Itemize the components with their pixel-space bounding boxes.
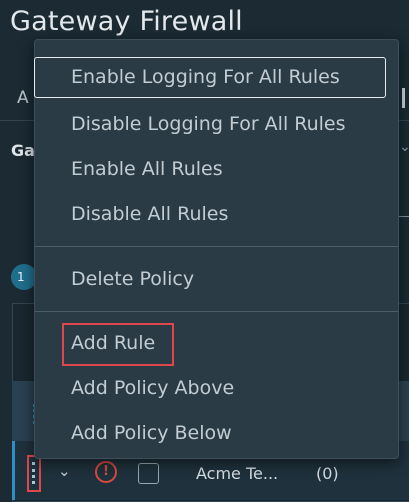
page-title: Gateway Firewall	[10, 6, 243, 37]
error-circle-icon: !	[95, 461, 117, 483]
policy-name[interactable]: Acme Te...	[196, 464, 286, 483]
drag-handle-icon[interactable]	[27, 455, 41, 492]
menu-item-add-rule[interactable]: Add Rule	[35, 323, 398, 363]
section-partial-label: Ga	[11, 141, 35, 160]
menu-item-disable-logging-all[interactable]: Disable Logging For All Rules	[35, 104, 398, 144]
chevron-down-icon[interactable]: ⌄	[399, 139, 409, 155]
menu-item-delete-policy[interactable]: Delete Policy	[35, 259, 398, 299]
rule-count: (0)	[316, 464, 339, 483]
menu-item-add-policy-below[interactable]: Add Policy Below	[35, 413, 398, 453]
tab-indicator	[402, 88, 405, 108]
policy-actions-menu: Enable Logging For All Rules Disable Log…	[34, 39, 399, 459]
divider	[398, 216, 409, 217]
menu-item-enable-logging-all[interactable]: Enable Logging For All Rules	[34, 57, 386, 98]
menu-item-enable-all-rules[interactable]: Enable All Rules	[35, 149, 398, 189]
menu-separator	[35, 311, 398, 312]
menu-item-disable-all-rules[interactable]: Disable All Rules	[35, 194, 398, 234]
menu-item-add-policy-above[interactable]: Add Policy Above	[35, 368, 398, 408]
menu-separator	[35, 246, 398, 247]
vertical-dots-icon	[32, 462, 38, 484]
chevron-down-icon[interactable]: ⌄	[58, 462, 71, 480]
row-checkbox[interactable]	[138, 463, 159, 484]
tab-partial-label[interactable]: A	[17, 88, 29, 108]
